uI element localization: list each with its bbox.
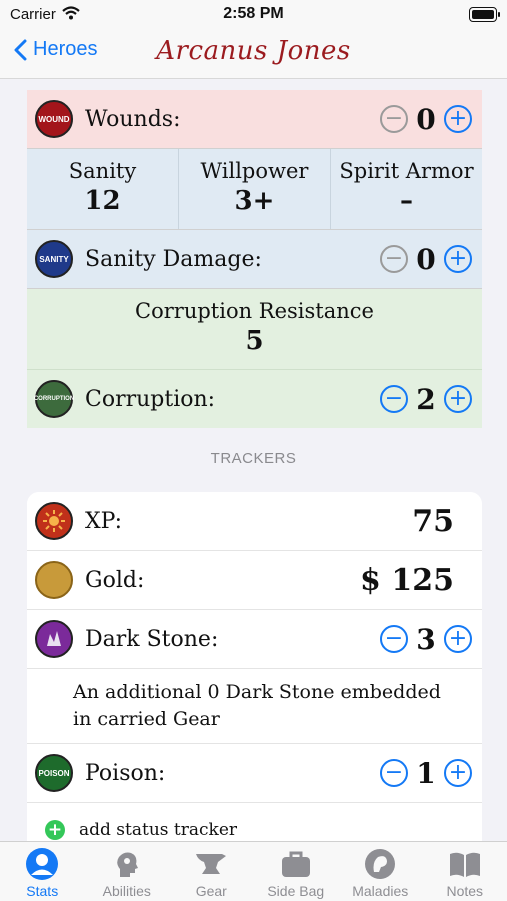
- tab-side-bag[interactable]: Side Bag: [254, 842, 339, 901]
- tab-notes[interactable]: Notes: [423, 842, 507, 901]
- spirit-armor-stat: Spirit Armor –: [331, 149, 482, 229]
- poison-row: POISON Poison: − 1 +: [27, 744, 482, 803]
- corruption-row: CORRUPTION Corruption: − 2 +: [27, 370, 482, 428]
- dark-stone-label: Dark Stone:: [85, 627, 380, 652]
- dark-stone-row: Dark Stone: − 3 +: [27, 610, 482, 669]
- anvil-icon: [194, 847, 228, 881]
- spirit-armor-value: –: [331, 186, 482, 216]
- stats-group: WOUND Wounds: − 0 + Sanity 12 Willpower …: [27, 90, 482, 428]
- dark-stone-value: 3: [408, 623, 444, 656]
- corruption-resistance-label: Corruption Resistance: [27, 289, 482, 323]
- wounds-decrement-button[interactable]: −: [380, 105, 408, 133]
- sanity-damage-value: 0: [408, 243, 444, 276]
- poison-icon: POISON: [35, 754, 73, 792]
- trackers-card: XP: 75 Gold: $ 125 Dark Stone: − 3 + An …: [27, 492, 482, 842]
- add-icon: +: [45, 820, 65, 840]
- dark-stone-decrement-button[interactable]: −: [380, 625, 408, 653]
- corruption-label: Corruption:: [85, 387, 380, 412]
- sanity-value: 12: [27, 186, 178, 216]
- tab-gear-label: Gear: [196, 883, 227, 899]
- clock: 2:58 PM: [0, 5, 507, 23]
- tab-bar: Stats Abilities Gear Side Bag Maladies N…: [0, 841, 507, 901]
- book-icon: [448, 847, 482, 881]
- dark-stone-increment-button[interactable]: +: [444, 625, 472, 653]
- dark-stone-note: An additional 0 Dark Stone embedded in c…: [27, 669, 482, 744]
- tab-abilities-label: Abilities: [103, 883, 151, 899]
- add-status-tracker-button[interactable]: + add status tracker: [45, 803, 482, 842]
- sanity-damage-increment-button[interactable]: +: [444, 245, 472, 273]
- corruption-decrement-button[interactable]: −: [380, 385, 408, 413]
- corruption-resistance-value: 5: [27, 326, 482, 356]
- tab-side-bag-label: Side Bag: [267, 883, 324, 899]
- tab-gear[interactable]: Gear: [169, 842, 254, 901]
- head-gear-icon: [110, 847, 144, 881]
- gold-row: Gold: $ 125: [27, 551, 482, 610]
- tab-stats[interactable]: Stats: [0, 842, 85, 901]
- poison-increment-button[interactable]: +: [444, 759, 472, 787]
- gold-coin-icon: [35, 561, 73, 599]
- wounds-value: 0: [408, 103, 444, 136]
- poison-label: Poison:: [85, 761, 380, 786]
- corruption-increment-button[interactable]: +: [444, 385, 472, 413]
- wounds-label: Wounds:: [85, 107, 380, 132]
- sanity-damage-row: SANITY Sanity Damage: − 0 +: [27, 230, 482, 289]
- wounds-row: WOUND Wounds: − 0 +: [27, 90, 482, 149]
- corruption-resistance: Corruption Resistance 5: [27, 289, 482, 370]
- corruption-value: 2: [408, 383, 444, 416]
- xp-value: 75: [412, 504, 454, 539]
- sanity-damage-label: Sanity Damage:: [85, 247, 380, 272]
- tab-notes-label: Notes: [446, 883, 483, 899]
- tab-stats-label: Stats: [26, 883, 58, 899]
- battery-icon: [469, 7, 497, 22]
- trackers-section-header: TRACKERS: [0, 450, 507, 467]
- tab-maladies[interactable]: Maladies: [338, 842, 423, 901]
- page-title: Arcanus Jones: [0, 36, 507, 66]
- dark-stone-icon: [35, 620, 73, 658]
- navigation-bar: Heroes Arcanus Jones: [0, 30, 507, 79]
- person-icon: [25, 847, 59, 881]
- poison-decrement-button[interactable]: −: [380, 759, 408, 787]
- xp-icon: [35, 502, 73, 540]
- xp-row: XP: 75: [27, 492, 482, 551]
- sanity-stat: Sanity 12: [27, 149, 179, 229]
- tab-maladies-label: Maladies: [352, 883, 408, 899]
- sanity-stats: Sanity 12 Willpower 3+ Spirit Armor –: [27, 149, 482, 230]
- tab-abilities[interactable]: Abilities: [85, 842, 170, 901]
- poison-value: 1: [408, 757, 444, 790]
- willpower-value: 3+: [179, 186, 330, 216]
- sanity-label: Sanity: [27, 159, 178, 183]
- xp-label: XP:: [85, 509, 412, 534]
- willpower-stat: Willpower 3+: [179, 149, 331, 229]
- willpower-label: Willpower: [179, 159, 330, 183]
- corruption-icon: CORRUPTION: [35, 380, 73, 418]
- sanity-damage-decrement-button[interactable]: −: [380, 245, 408, 273]
- add-status-tracker-label: add status tracker: [79, 820, 237, 840]
- malady-icon: [363, 847, 397, 881]
- wounds-increment-button[interactable]: +: [444, 105, 472, 133]
- status-bar: Carrier 2:58 PM: [0, 0, 507, 30]
- gold-label: Gold:: [85, 568, 360, 593]
- sanity-icon: SANITY: [35, 240, 73, 278]
- bag-icon: [279, 847, 313, 881]
- gold-value: $ 125: [360, 563, 454, 598]
- wound-icon: WOUND: [35, 100, 73, 138]
- spirit-armor-label: Spirit Armor: [331, 159, 482, 183]
